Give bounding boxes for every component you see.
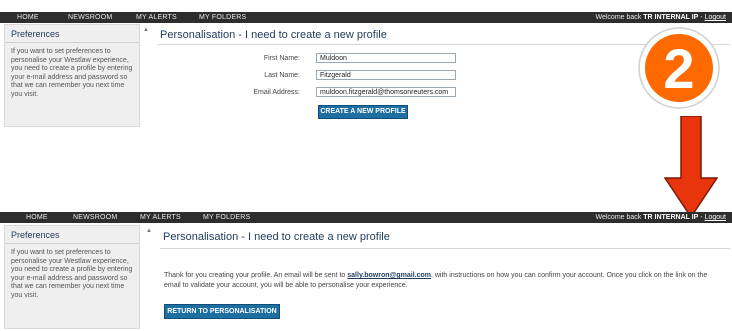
preferences-sidebar-1: Preferences If you want to set preferenc… bbox=[4, 24, 140, 127]
logout-link[interactable]: Logout bbox=[705, 14, 726, 21]
top-nav-bar-1: HOME NEWSROOM MY ALERTS MY FOLDERS Welco… bbox=[0, 12, 732, 23]
top-nav-bar-2: HOME NEWSROOM MY ALERTS MY FOLDERS Welco… bbox=[0, 212, 732, 223]
username: TR INTERNAL IP bbox=[643, 14, 699, 21]
confirmation-message: Thank for you creating your profile. An … bbox=[164, 272, 708, 289]
nav-newsroom-2[interactable]: NEWSROOM bbox=[73, 212, 117, 223]
page-title-2: Personalisation - I need to create a new… bbox=[163, 231, 390, 243]
nav-my-folders-2[interactable]: MY FOLDERS bbox=[203, 212, 250, 223]
nav-home[interactable]: HOME bbox=[17, 12, 39, 23]
last-name-label: Last Name: bbox=[264, 72, 300, 79]
page-title-1: Personalisation - I need to create a new… bbox=[160, 29, 387, 41]
last-name-field[interactable]: Fitzgerald bbox=[316, 70, 456, 80]
username-2: TR INTERNAL IP bbox=[643, 214, 699, 221]
sidebar-title-2: Preferences bbox=[5, 226, 139, 244]
return-to-personalisation-button[interactable]: RETURN TO PERSONALISATION bbox=[164, 304, 280, 319]
divider-2 bbox=[160, 248, 730, 249]
nav-home-2[interactable]: HOME bbox=[26, 212, 48, 223]
preferences-sidebar-2: Preferences If you want to set preferenc… bbox=[4, 225, 140, 329]
recipient-email: sally.bowron@gmail.com bbox=[347, 272, 431, 279]
nav-my-alerts-2[interactable]: MY ALERTS bbox=[140, 212, 181, 223]
badge-number: 2 bbox=[663, 37, 694, 100]
sidebar-text: If you want to set preferences to person… bbox=[11, 48, 133, 98]
first-name-label: First Name: bbox=[263, 55, 300, 62]
welcome-text-1: Welcome back TR INTERNAL IP - Logout bbox=[595, 14, 727, 21]
email-label: Email Address: bbox=[253, 89, 300, 96]
email-field[interactable]: muldoon.fitzgerald@thomsonreuters.com bbox=[316, 87, 456, 97]
logout-link-2[interactable]: Logout bbox=[705, 214, 726, 221]
nav-newsroom[interactable]: NEWSROOM bbox=[68, 12, 112, 23]
nav-my-alerts[interactable]: MY ALERTS bbox=[136, 12, 177, 23]
sidebar-text-2: If you want to set preferences to person… bbox=[11, 249, 133, 299]
sidebar-title: Preferences bbox=[5, 25, 139, 43]
collapse-icon-2[interactable]: ▲ bbox=[146, 228, 152, 234]
first-name-field[interactable]: Muldoon bbox=[316, 53, 456, 63]
create-new-profile-button[interactable]: CREATE A NEW PROFILE bbox=[318, 105, 408, 119]
welcome-text-2: Welcome back TR INTERNAL IP - Logout bbox=[595, 214, 727, 221]
step-2-badge-icon: 2 bbox=[638, 27, 720, 109]
collapse-icon[interactable]: ▲ bbox=[143, 27, 149, 33]
nav-my-folders[interactable]: MY FOLDERS bbox=[199, 12, 246, 23]
down-arrow-icon bbox=[664, 116, 718, 218]
